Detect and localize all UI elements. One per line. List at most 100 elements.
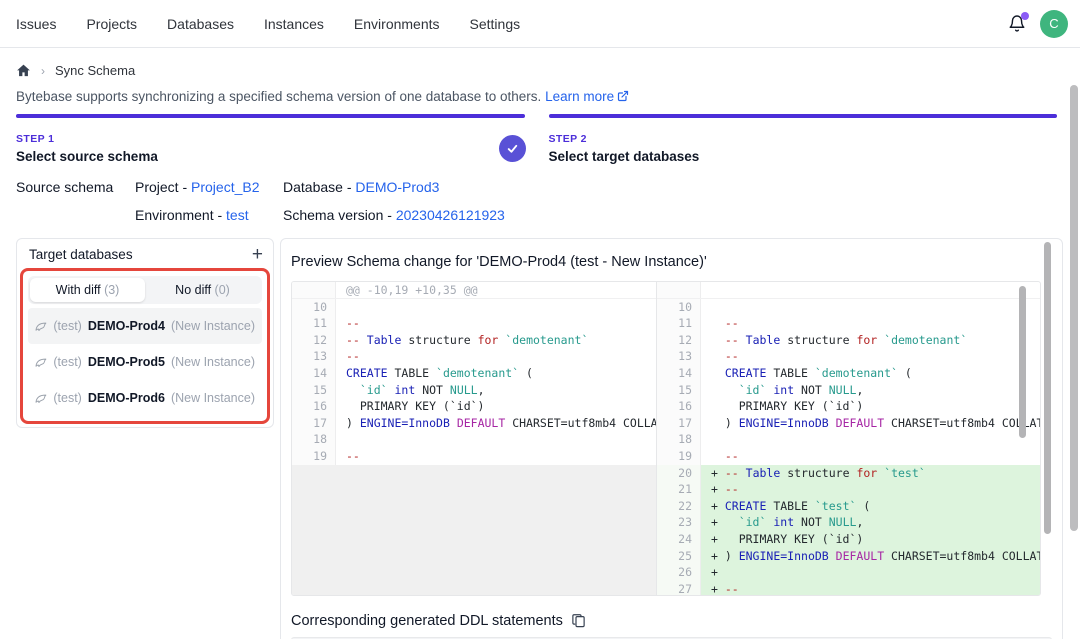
database-suffix: (New Instance) (171, 319, 255, 333)
diff-line: 14 CREATE TABLE `demotenant` ( (657, 365, 1041, 382)
diff-filler (292, 465, 656, 595)
add-target-database-button[interactable]: + (252, 248, 263, 262)
diff-filter-tabs: With diff (3)No diff (0) (28, 276, 262, 304)
line-number: 24 (657, 531, 701, 548)
step-1-progress-bar (16, 114, 525, 118)
diff-line: 23+ `id` int NOT NULL, (657, 514, 1041, 531)
database-environment: (test) (53, 355, 81, 369)
step-1-title: Select source schema (16, 149, 525, 164)
hunk-header-text: @@ -10,19 +10,35 @@ (336, 282, 656, 298)
line-number: 27 (657, 581, 701, 595)
mysql-icon (35, 320, 47, 333)
diff-line: 16 PRIMARY KEY (`id`) (292, 398, 656, 415)
diff-line-code: `id` int NOT NULL, (701, 382, 1041, 399)
nav-item-environments[interactable]: Environments (354, 16, 440, 32)
line-number: 17 (657, 415, 701, 432)
line-number: 12 (657, 332, 701, 349)
database-item[interactable]: (test) DEMO-Prod4 (New Instance) (28, 308, 262, 344)
field-value-link[interactable]: DEMO-Prod3 (355, 179, 439, 195)
ddl-section-title: Corresponding generated DDL statements (291, 613, 563, 629)
nav-item-databases[interactable]: Databases (167, 16, 234, 32)
source-field-environment: Environment - test (135, 207, 283, 223)
mysql-icon (35, 356, 47, 369)
page-scrollbar[interactable] (1070, 85, 1078, 531)
breadcrumb: › Sync Schema (16, 63, 135, 78)
database-suffix: (New Instance) (171, 391, 255, 405)
diff-line-code: -- (336, 448, 656, 465)
source-field-schema-version: Schema version - 20230426121923 (283, 207, 505, 223)
field-label: Project - (135, 179, 191, 195)
diff-scrollbar[interactable] (1019, 286, 1026, 438)
diff-line: 21+ -- (657, 481, 1041, 498)
step-1: STEP 1 Select source schema (16, 114, 525, 164)
step-1-label: STEP 1 (16, 133, 525, 145)
diff-line: 10 (657, 299, 1041, 316)
diff-line-code: + -- (701, 581, 1041, 595)
diff-pane-changed: 1011 --12 -- Table structure for `demote… (656, 282, 1041, 595)
step-2-label: STEP 2 (549, 133, 1058, 145)
line-number: 14 (292, 365, 336, 382)
diff-pane-original: @@ -10,19 +10,35 @@1011--12-- Table stru… (292, 282, 656, 595)
app-root: Issues Projects Databases Instances Environm… (0, 0, 1080, 639)
step-1-done-badge (499, 135, 526, 162)
field-value-link[interactable]: Project_B2 (191, 179, 259, 195)
notification-dot (1021, 12, 1029, 20)
diff-line: 25+ ) ENGINE=InnoDB DEFAULT CHARSET=utf8… (657, 548, 1041, 565)
diff-line: 12 -- Table structure for `demotenant` (657, 332, 1041, 349)
diff-line: 18 (292, 431, 656, 448)
diff-line-code: `id` int NOT NULL, (336, 382, 656, 399)
copy-ddl-button[interactable] (571, 613, 586, 629)
learn-more-link[interactable]: Learn more (545, 89, 614, 104)
avatar[interactable]: C (1040, 10, 1068, 38)
field-value-link[interactable]: test (226, 207, 249, 223)
line-number: 11 (292, 315, 336, 332)
line-number: 12 (292, 332, 336, 349)
diff-line-code: + CREATE TABLE `test` ( (701, 498, 1041, 515)
target-databases-highlight-box: With diff (3)No diff (0) (test) DEMO-Pro… (20, 268, 270, 424)
line-number: 10 (657, 299, 701, 316)
step-2-progress-bar (549, 114, 1058, 118)
diff-line: 15 `id` int NOT NULL, (657, 382, 1041, 399)
line-number: 13 (292, 348, 336, 365)
line-number: 21 (657, 481, 701, 498)
step-2-title: Select target databases (549, 149, 1058, 164)
preview-panel-scrollbar[interactable] (1044, 242, 1051, 534)
field-label: Schema version - (283, 207, 396, 223)
stepper: STEP 1 Select source schema STEP 2 Selec… (16, 114, 1057, 164)
database-item[interactable]: (test) DEMO-Prod6 (New Instance) (28, 380, 262, 416)
schema-diff-viewer: @@ -10,19 +10,35 @@1011--12-- Table stru… (291, 281, 1041, 596)
tab-with-diff[interactable]: With diff (3) (30, 278, 145, 302)
field-value-link[interactable]: 20230426121923 (396, 207, 505, 223)
tab-count: (3) (104, 283, 119, 297)
notification-bell-button[interactable] (1006, 13, 1028, 35)
line-number: 20 (657, 465, 701, 482)
source-schema-fields: Project - Project_B2 Database - DEMO-Prod… (135, 179, 505, 223)
diff-hunk-header-row (657, 282, 1041, 299)
diff-line-code: ) ENGINE=InnoDB DEFAULT CHARSET=utf8mb4 … (701, 415, 1041, 432)
diff-line-code: -- (701, 348, 1041, 365)
line-number: 18 (657, 431, 701, 448)
diff-line: 14CREATE TABLE `demotenant` ( (292, 365, 656, 382)
diff-line-code: -- (336, 315, 656, 332)
field-label: Environment - (135, 207, 226, 223)
target-databases-title: Target databases (29, 247, 133, 262)
nav-item-instances[interactable]: Instances (264, 16, 324, 32)
line-number: 26 (657, 564, 701, 581)
diff-hunk-header-row: @@ -10,19 +10,35 @@ (292, 282, 656, 299)
home-icon[interactable] (16, 63, 31, 78)
nav-item-settings[interactable]: Settings (470, 16, 521, 32)
tab-no-diff[interactable]: No diff (0) (145, 278, 260, 302)
target-databases-panel: Target databases + With diff (3)No diff … (16, 238, 274, 428)
field-label: Database - (283, 179, 355, 195)
clipboard-icon (571, 613, 586, 629)
preview-panel: Preview Schema change for 'DEMO-Prod4 (t… (280, 238, 1063, 639)
nav-item-projects[interactable]: Projects (86, 16, 137, 32)
intro-text: Bytebase supports synchronizing a specif… (16, 89, 629, 105)
tab-label: With diff (56, 283, 104, 297)
diff-line-code: ) ENGINE=InnoDB DEFAULT CHARSET=utf8mb4 … (336, 415, 656, 432)
diff-line-code: PRIMARY KEY (`id`) (701, 398, 1041, 415)
top-nav: Issues Projects Databases Instances Environm… (0, 0, 1080, 48)
nav-item-issues[interactable]: Issues (16, 16, 56, 32)
diff-line: 19 -- (657, 448, 1041, 465)
database-item[interactable]: (test) DEMO-Prod5 (New Instance) (28, 344, 262, 380)
